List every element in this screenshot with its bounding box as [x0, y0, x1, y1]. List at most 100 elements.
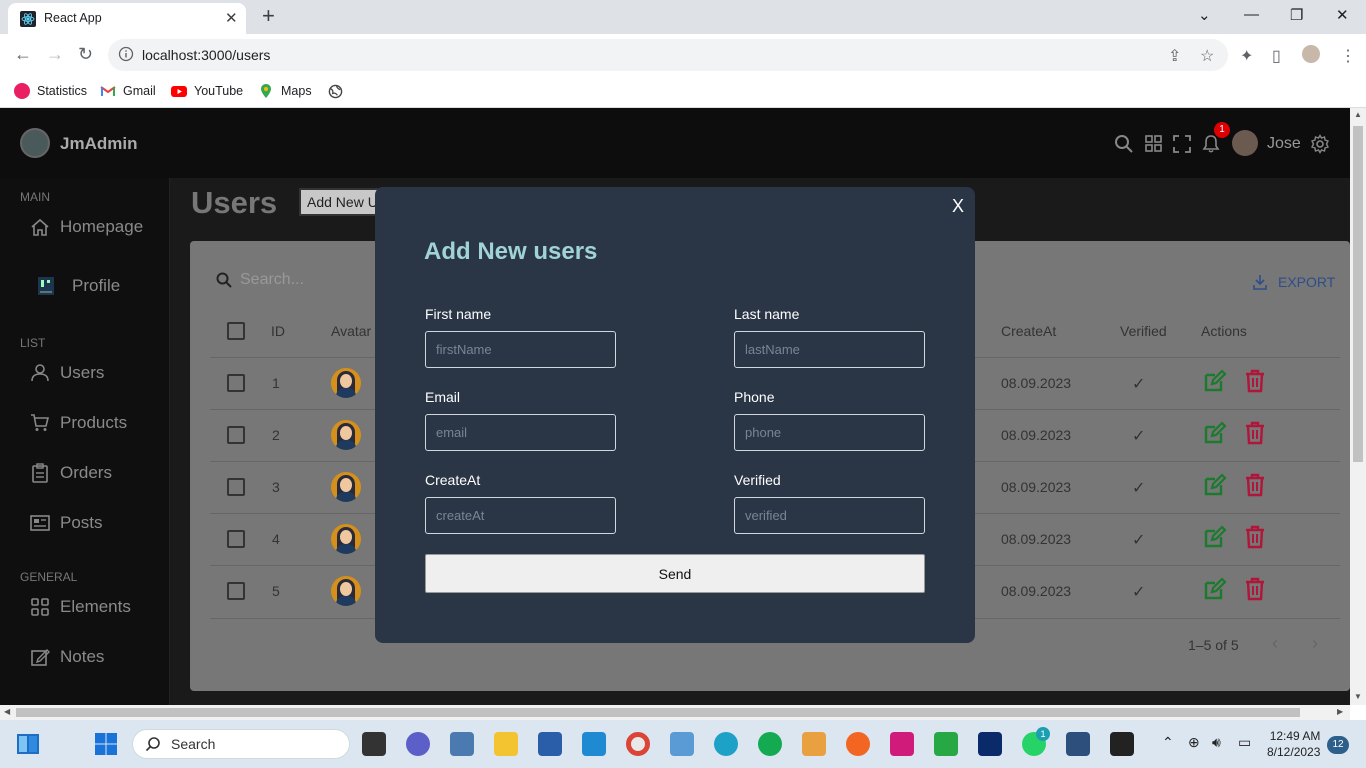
bookmark-statistics[interactable]: Statistics — [14, 83, 87, 99]
apps-grid-icon[interactable] — [1144, 134, 1164, 154]
horizontal-scrollbar[interactable]: ◀ ▶ — [0, 705, 1350, 720]
user-name[interactable]: Jose — [1267, 135, 1301, 153]
powershell-icon[interactable] — [538, 732, 562, 756]
window-close-icon[interactable]: ✕ — [1336, 6, 1349, 24]
column-header-createat[interactable]: CreateAt — [1001, 323, 1056, 339]
vscode-icon[interactable] — [582, 732, 606, 756]
taskbar-search[interactable]: Search — [132, 729, 350, 759]
horizontal-scroll-thumb[interactable] — [16, 708, 1300, 717]
app-icon-4[interactable] — [934, 732, 958, 756]
sidepanel-icon[interactable]: ▯ — [1272, 46, 1281, 66]
column-header-verified[interactable]: Verified — [1120, 323, 1167, 339]
widgets-icon[interactable] — [16, 732, 40, 756]
sidebar-item-homepage[interactable]: Homepage — [30, 217, 143, 237]
phone-input[interactable] — [734, 414, 925, 451]
sidebar-item-notes[interactable]: Notes — [30, 647, 104, 667]
scroll-right-icon[interactable]: ▶ — [1337, 707, 1343, 716]
file-explorer-icon[interactable] — [494, 732, 518, 756]
fullscreen-icon[interactable] — [1172, 134, 1192, 154]
grid-search[interactable]: Search... — [216, 271, 304, 289]
tray-chevron-icon[interactable]: ⌃ — [1162, 734, 1174, 751]
extensions-icon[interactable]: ✦ — [1240, 46, 1253, 66]
scroll-up-icon[interactable]: ▲ — [1354, 110, 1362, 119]
info-icon[interactable] — [118, 46, 134, 62]
delete-trash-icon[interactable] — [1243, 421, 1267, 445]
row-checkbox[interactable] — [227, 478, 245, 496]
volume-icon[interactable]: 🔊︎ — [1212, 734, 1221, 751]
teams-icon[interactable] — [406, 732, 430, 756]
language-globe-icon[interactable]: ⊕ — [1188, 734, 1200, 751]
sidebar-item-profile[interactable]: Profile — [36, 272, 120, 300]
tab-search-chevron-icon[interactable]: ⌄ — [1198, 6, 1211, 24]
forward-icon[interactable]: → — [46, 44, 64, 65]
app-logo[interactable]: JmAdmin — [60, 134, 137, 154]
edit-icon[interactable] — [1203, 369, 1227, 393]
notification-center-badge[interactable]: 12 — [1327, 736, 1349, 754]
delete-trash-icon[interactable] — [1243, 525, 1267, 549]
bookmark-youtube[interactable]: YouTube — [171, 83, 243, 99]
verified-input[interactable] — [734, 497, 925, 534]
sidebar-item-posts[interactable]: Posts — [30, 513, 103, 533]
edge-icon[interactable] — [714, 732, 738, 756]
sidebar-item-orders[interactable]: Orders — [30, 463, 112, 483]
chrome-icon[interactable] — [626, 732, 650, 756]
search-icon[interactable] — [1114, 134, 1134, 154]
scroll-down-icon[interactable]: ▼ — [1354, 692, 1362, 701]
start-windows-icon[interactable] — [94, 732, 118, 756]
sidebar-item-elements[interactable]: Elements — [30, 597, 131, 617]
share-icon[interactable]: ⇪ — [1168, 46, 1181, 66]
tab-close-icon[interactable]: ✕ — [225, 9, 238, 27]
bookmark-maps[interactable]: Maps — [258, 83, 312, 99]
mongodb-icon[interactable] — [758, 732, 782, 756]
globe-icon[interactable] — [328, 84, 343, 99]
edit-icon[interactable] — [1203, 577, 1227, 601]
task-view-icon[interactable] — [362, 732, 386, 756]
row-checkbox[interactable] — [227, 582, 245, 600]
battery-icon[interactable]: ▭ — [1238, 734, 1251, 751]
scroll-left-icon[interactable]: ◀ — [4, 707, 10, 716]
edit-icon[interactable] — [1203, 473, 1227, 497]
taskbar-clock[interactable]: 12:49 AM 8/12/2023 — [1267, 728, 1320, 760]
postman-icon[interactable] — [846, 732, 870, 756]
export-button[interactable]: EXPORT — [1252, 274, 1335, 290]
settings-gear-icon[interactable] — [1310, 134, 1330, 154]
prev-page-icon[interactable]: ‹ — [1272, 633, 1278, 654]
vertical-scrollbar[interactable]: ▲ ▼ — [1350, 108, 1366, 705]
bookmark-star-icon[interactable]: ☆ — [1200, 46, 1214, 66]
delete-trash-icon[interactable] — [1243, 369, 1267, 393]
back-icon[interactable]: ← — [14, 44, 32, 65]
terminal-icon[interactable] — [1110, 732, 1134, 756]
new-tab-icon[interactable]: + — [262, 3, 275, 29]
vertical-scroll-thumb[interactable] — [1353, 126, 1363, 462]
bookmark-gmail[interactable]: Gmail — [100, 83, 156, 99]
email-input[interactable] — [425, 414, 616, 451]
select-all-checkbox[interactable] — [227, 322, 245, 340]
createat-input[interactable] — [425, 497, 616, 534]
first-name-input[interactable] — [425, 331, 616, 368]
sidebar-item-products[interactable]: Products — [30, 413, 127, 433]
column-header-id[interactable]: ID — [271, 323, 285, 339]
restore-icon[interactable]: ❐ — [1290, 6, 1303, 24]
app-icon-2[interactable] — [670, 732, 694, 756]
reload-icon[interactable]: ↻ — [78, 44, 93, 65]
column-header-avatar[interactable]: Avatar — [331, 323, 371, 339]
edit-icon[interactable] — [1203, 421, 1227, 445]
mysql-icon[interactable] — [1066, 732, 1090, 756]
browser-tab[interactable]: React App ✕ — [8, 3, 246, 34]
column-header-actions[interactable]: Actions — [1201, 323, 1247, 339]
modal-close-button[interactable]: X — [952, 196, 964, 217]
user-avatar[interactable] — [1232, 130, 1258, 156]
app-icon-1[interactable] — [450, 732, 474, 756]
row-checkbox[interactable] — [227, 374, 245, 392]
row-checkbox[interactable] — [227, 530, 245, 548]
send-button[interactable]: Send — [425, 554, 925, 593]
menu-dots-icon[interactable]: ⋮ — [1340, 46, 1356, 66]
wamp-icon[interactable] — [890, 732, 914, 756]
minimize-icon[interactable]: — — [1244, 6, 1259, 23]
sidebar-item-users[interactable]: Users — [30, 363, 104, 383]
address-bar[interactable]: localhost:3000/users — [108, 39, 1228, 71]
edit-icon[interactable] — [1203, 525, 1227, 549]
last-name-input[interactable] — [734, 331, 925, 368]
next-page-icon[interactable]: › — [1312, 633, 1318, 654]
profile-avatar[interactable] — [1302, 45, 1320, 63]
